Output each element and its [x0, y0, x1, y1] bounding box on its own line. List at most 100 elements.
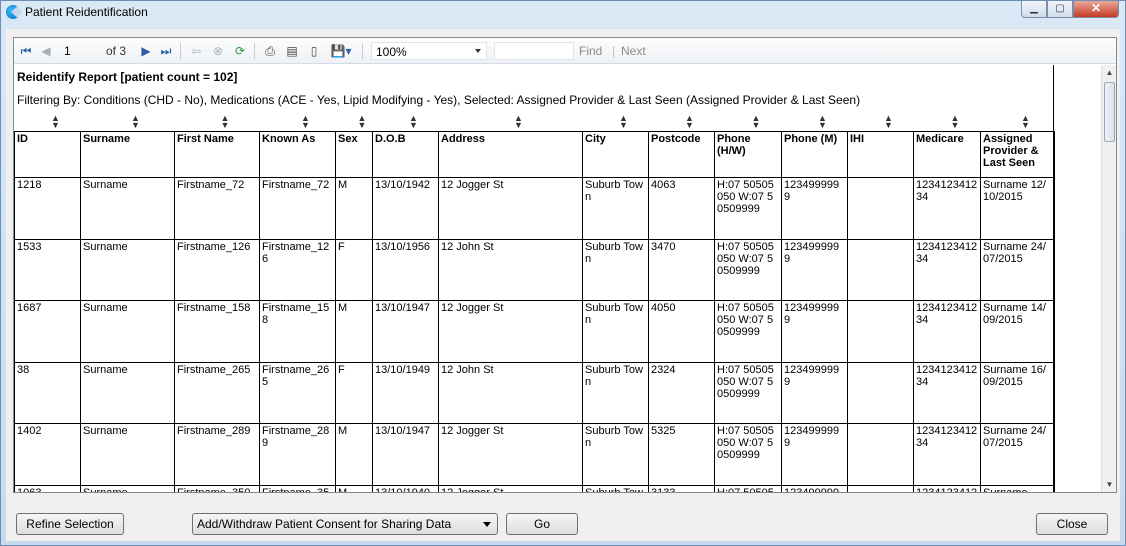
refine-selection-button[interactable]: Refine Selection — [16, 513, 124, 535]
title-bar: Patient Reidentification ▁ ▢ ✕ — [1, 1, 1125, 25]
table-row[interactable]: 38 Surname Firstname_265 Firstname_265 F 13/1… — [14, 361, 1055, 424]
table-row[interactable]: 1533 Surname Firstname_126 Firstname_126 F 13… — [14, 238, 1055, 301]
table-cell: F — [335, 238, 373, 301]
zoom-select[interactable]: 100% — [371, 42, 487, 60]
table-cell: F — [335, 361, 373, 424]
print-icon[interactable]: ⎙ — [262, 43, 278, 59]
sort-arrow-icon[interactable]: ▲ ▼ — [818, 114, 827, 130]
table-cell: 4063 — [648, 177, 715, 240]
table-cell: 123412341234 — [913, 177, 981, 240]
print-layout-icon[interactable]: ▤ — [284, 43, 300, 59]
sort-arrow-icon[interactable]: ▲ ▼ — [51, 114, 60, 130]
table-cell: 13/10/1956 — [372, 238, 439, 301]
table-cell: Firstname_126 — [174, 238, 260, 301]
back-icon[interactable]: ⇦ — [188, 43, 204, 59]
sort-arrow-icon[interactable]: ▲ ▼ — [951, 114, 960, 130]
sort-arrow-icon[interactable]: ▲ ▼ — [514, 114, 523, 130]
stop-icon[interactable]: ⊗ — [210, 43, 226, 59]
scroll-thumb[interactable] — [1104, 82, 1115, 142]
table-row[interactable]: 1063SurnameFirstname_350Firstname_350M13… — [14, 484, 1055, 492]
zoom-value: 100% — [376, 45, 407, 59]
column-header[interactable]: D.O.B — [372, 131, 439, 178]
column-header[interactable]: Address — [438, 131, 583, 178]
sort-arrow-icon[interactable]: ▲ ▼ — [301, 114, 310, 130]
table-cell: 12 John St — [438, 238, 583, 301]
find-input[interactable] — [494, 42, 574, 60]
table-cell — [847, 361, 914, 424]
table-cell: 13/10/1940 — [372, 484, 439, 492]
column-header[interactable]: Sex — [335, 131, 373, 178]
last-page-icon[interactable]: ⏭ — [158, 43, 174, 59]
column-header[interactable]: IHI — [847, 131, 914, 178]
column-header[interactable]: First Name — [174, 131, 260, 178]
table-row[interactable]: 1402 Surname Firstname_289 Firstname_289 M 13… — [14, 423, 1055, 486]
app-icon — [6, 5, 20, 19]
table-cell: Surname 16/09/2015 — [980, 361, 1055, 424]
page-number-input[interactable] — [58, 42, 100, 60]
table-cell: 13/10/1947 — [372, 300, 439, 363]
column-header[interactable]: Phone (H/W) — [714, 131, 782, 178]
toolbar-separator — [180, 43, 181, 59]
sort-arrow-icon[interactable]: ▲ ▼ — [619, 114, 628, 130]
column-header[interactable]: Medicare — [913, 131, 981, 178]
refresh-icon[interactable]: ⟳ — [232, 43, 248, 59]
table-cell: Surname — [80, 300, 175, 363]
next-page-icon[interactable]: ▶ — [138, 43, 154, 59]
table-cell: 1234999999 — [781, 423, 848, 486]
go-button[interactable]: Go — [506, 513, 578, 535]
table-cell: Firstname_350 — [174, 484, 260, 492]
close-window-button[interactable]: ✕ — [1073, 1, 1119, 18]
sort-arrow-icon[interactable]: ▲ ▼ — [358, 114, 367, 130]
find-next-link[interactable]: Next — [621, 44, 646, 58]
sort-arrow-icon[interactable]: ▲ ▼ — [131, 114, 140, 130]
report-content: Reidentify Report [patient count = 102] … — [14, 65, 1100, 492]
sort-arrow-icon[interactable]: ▲ ▼ — [884, 114, 893, 130]
table-cell: Firstname_72 — [174, 177, 260, 240]
find-separator: | — [612, 44, 616, 58]
column-header[interactable]: Known As — [259, 131, 336, 178]
table-cell: H:07 50505050 W:07 50509999 — [714, 300, 782, 363]
scroll-up-icon[interactable]: ▲ — [1102, 65, 1117, 80]
column-header[interactable]: City — [582, 131, 649, 178]
scroll-down-icon[interactable]: ▼ — [1102, 477, 1117, 492]
table-cell: 1234999999 — [781, 238, 848, 301]
table-cell: 1234999999 — [781, 300, 848, 363]
sort-arrow-icon[interactable]: ▲ ▼ — [685, 114, 694, 130]
minimize-button[interactable]: ▁ — [1021, 1, 1047, 18]
find-link[interactable]: Find — [579, 44, 602, 58]
table-cell: 2324 — [648, 361, 715, 424]
table-cell: Firstname_289 — [174, 423, 260, 486]
sort-arrow-icon[interactable]: ▲ ▼ — [1021, 114, 1030, 130]
table-cell: 12 Jogger St — [438, 423, 583, 486]
action-select[interactable]: Add/Withdraw Patient Consent for Sharing… — [192, 513, 498, 535]
table-cell: Suburb Town — [582, 484, 649, 492]
report-page: Reidentify Report [patient count = 102] … — [14, 65, 1055, 492]
first-page-icon[interactable]: ⏮ — [18, 43, 34, 59]
column-header[interactable]: Postcode — [648, 131, 715, 178]
maximize-button[interactable]: ▢ — [1047, 1, 1073, 18]
table-cell: 123412341234 — [913, 238, 981, 301]
table-cell: Firstname_289 — [259, 423, 336, 486]
sort-arrow-icon[interactable]: ▲ ▼ — [752, 114, 761, 130]
sort-arrow-icon[interactable]: ▲ ▼ — [221, 114, 230, 130]
column-header[interactable]: Phone (M) — [781, 131, 848, 178]
table-cell: Surname — [80, 177, 175, 240]
sort-arrow-icon[interactable]: ▲ ▼ — [409, 114, 418, 130]
column-header[interactable]: Assigned Provider & Last Seen — [980, 131, 1055, 178]
column-header[interactable]: Surname — [80, 131, 175, 178]
export-icon[interactable]: 💾▾ — [328, 43, 354, 59]
toolbar-separator — [254, 43, 255, 59]
table-cell: 1063 — [14, 484, 81, 492]
page-of-label: of 3 — [106, 44, 127, 58]
table-cell: 1234999999 — [781, 177, 848, 240]
column-header[interactable]: ID — [14, 131, 81, 178]
table-cell: Firstname_158 — [259, 300, 336, 363]
table-row[interactable]: 1687 Surname Firstname_158 Firstname_158 M 13… — [14, 300, 1055, 363]
close-button[interactable]: Close — [1036, 513, 1108, 535]
page-setup-icon[interactable]: ▯ — [306, 43, 322, 59]
vertical-scrollbar[interactable]: ▲ ▼ — [1101, 65, 1116, 492]
prev-page-icon[interactable]: ◀ — [38, 43, 54, 59]
table-row[interactable]: 1218 Surname Firstname_72 Firstname_72 M 13/1… — [14, 177, 1055, 240]
table-cell: 13/10/1947 — [372, 423, 439, 486]
table-cell: H:07 50505050 W:07 50509999 — [714, 361, 782, 424]
